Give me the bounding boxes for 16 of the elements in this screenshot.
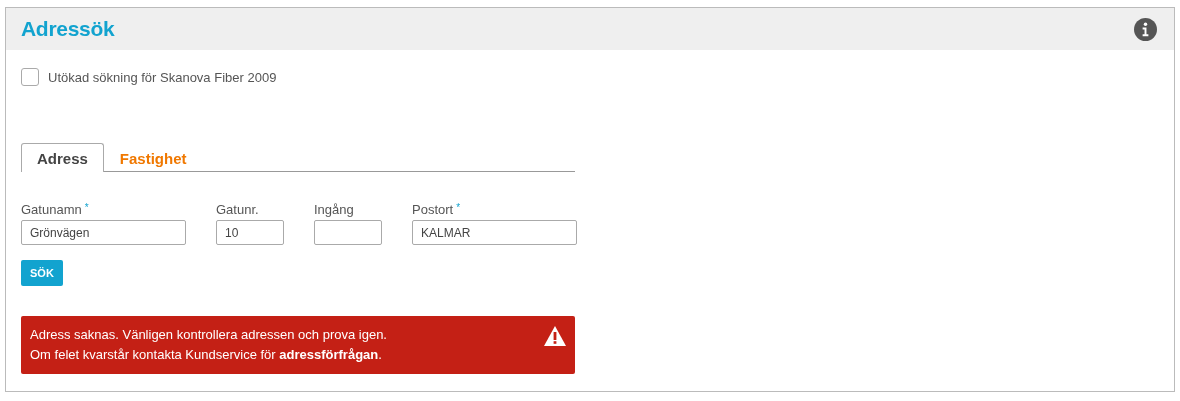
field-label: Gatunamn * <box>21 202 90 217</box>
input-field[interactable] <box>314 220 382 245</box>
field-label: Postort * <box>412 202 462 217</box>
input-field[interactable]: KALMAR <box>412 220 577 245</box>
info-icon[interactable] <box>1134 17 1157 41</box>
checkbox-label: Utökad sökning för Skanova Fiber 2009 <box>48 69 277 85</box>
error-text: Om felet kvarstår kontakta Kundservice för adressförfrågan. <box>30 346 383 364</box>
input-field[interactable]: Grönvägen <box>21 220 186 245</box>
field-label: Ingång <box>314 202 355 217</box>
panel-title: Adressök <box>21 17 115 41</box>
error-text: Adress saknas. Vänligen kontrollera adressen och prova igen. <box>30 326 387 344</box>
checkbox[interactable] <box>21 68 39 86</box>
input-field[interactable]: 10 <box>216 220 284 245</box>
tab[interactable]: Adress <box>21 143 104 172</box>
warning-icon <box>544 326 566 346</box>
field-label: Gatunr. <box>216 202 260 217</box>
